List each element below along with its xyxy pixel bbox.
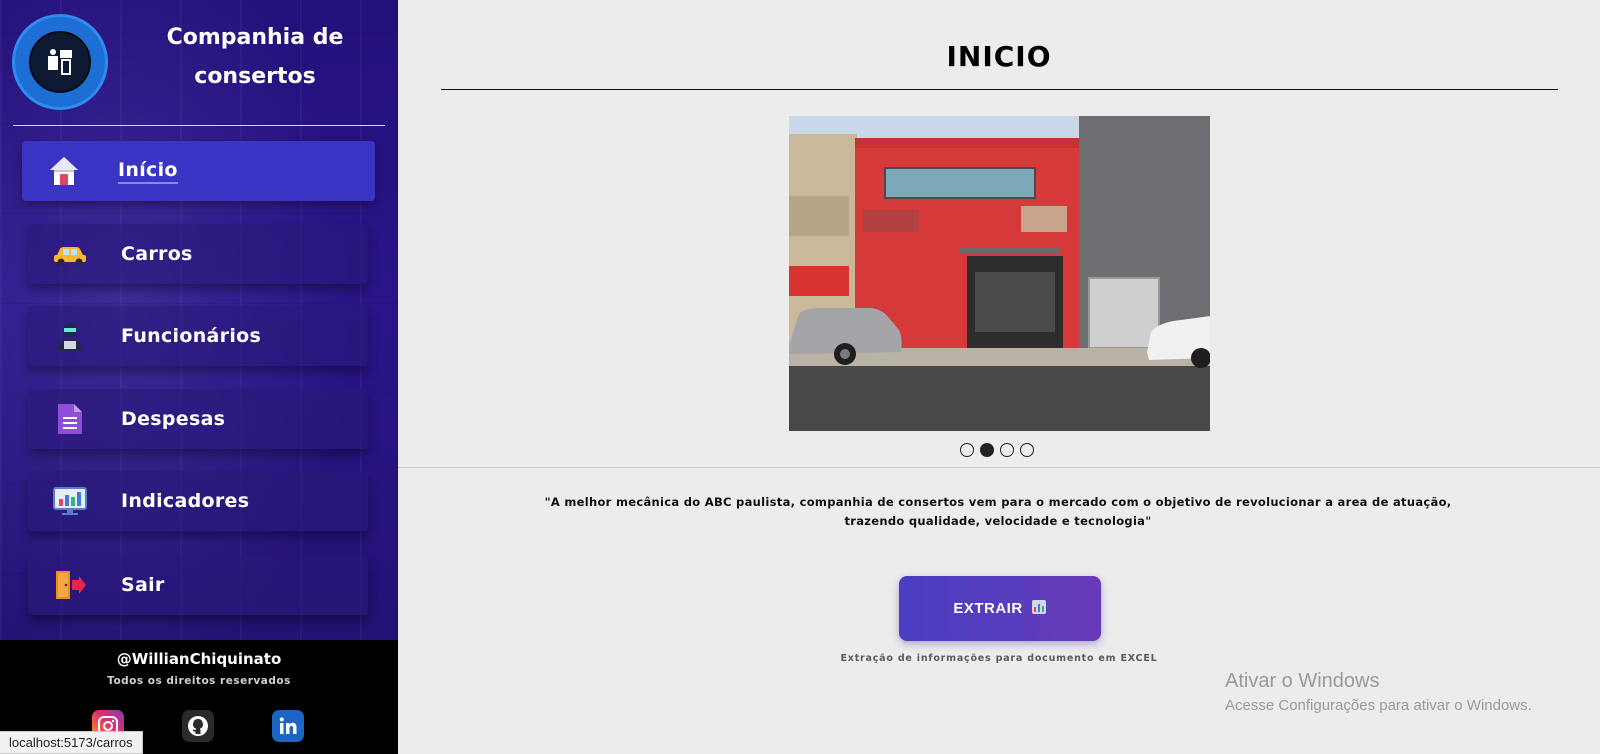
title-divider bbox=[441, 89, 1558, 90]
brand-divider bbox=[13, 125, 385, 126]
sidebar-item-despesas[interactable]: Despesas bbox=[28, 389, 368, 449]
car-icon bbox=[52, 236, 88, 272]
sidebar-item-indicadores[interactable]: Indicadores bbox=[28, 471, 368, 531]
sidebar-item-sair[interactable]: Sair bbox=[28, 555, 368, 615]
extract-button-label: EXTRAIR bbox=[953, 600, 1023, 617]
windows-activation-watermark: Ativar o Windows Acesse Configurações pa… bbox=[1225, 670, 1532, 714]
watermark-title: Ativar o Windows bbox=[1225, 670, 1380, 692]
sidebar-item-label: Sair bbox=[121, 574, 165, 596]
extract-button[interactable]: EXTRAIR bbox=[899, 576, 1101, 641]
home-icon bbox=[46, 153, 82, 189]
github-icon[interactable] bbox=[182, 710, 214, 742]
browser-status-url: localhost:5173/carros bbox=[0, 731, 143, 754]
image-carousel[interactable] bbox=[789, 116, 1210, 431]
garage-storefront-photo bbox=[789, 116, 1210, 431]
sidebar-item-label: Funcionários bbox=[121, 325, 262, 347]
sidebar-item-label: Início bbox=[118, 159, 178, 184]
sidebar-item-inicio[interactable]: Início bbox=[22, 141, 375, 201]
sidebar-item-label: Indicadores bbox=[121, 490, 250, 512]
extract-caption: Extração de informações para documento e… bbox=[840, 653, 1158, 664]
author-handle: @WillianChiquinato bbox=[116, 650, 282, 668]
exit-door-icon bbox=[52, 567, 88, 603]
document-icon bbox=[52, 401, 88, 437]
carousel-dot[interactable] bbox=[960, 443, 974, 457]
brand-header: Companhia de consertos bbox=[0, 0, 398, 124]
copyright-text: Todos os direitos reservados bbox=[107, 675, 291, 687]
mechanic-logo-icon bbox=[29, 31, 91, 93]
chart-monitor-icon bbox=[52, 483, 88, 519]
main-content: INICIO "A melhor mecânica do ABC paulist… bbox=[398, 0, 1600, 754]
carousel-dot[interactable] bbox=[1020, 443, 1034, 457]
brand-title: Companhia de consertos bbox=[166, 25, 344, 89]
spreadsheet-icon bbox=[1031, 599, 1047, 619]
carousel-indicators bbox=[960, 443, 1034, 457]
sidebar-item-label: Despesas bbox=[121, 408, 226, 430]
company-quote: "A melhor mecânica do ABC paulista, comp… bbox=[544, 495, 1452, 528]
carousel-dot[interactable] bbox=[1000, 443, 1014, 457]
company-logo[interactable] bbox=[12, 14, 108, 110]
page-title: INICIO bbox=[946, 40, 1052, 73]
sidebar-item-carros[interactable]: Carros bbox=[28, 224, 368, 284]
sidebar-item-label: Carros bbox=[121, 243, 193, 265]
worker-icon bbox=[52, 318, 88, 354]
carousel-dot-active[interactable] bbox=[980, 443, 994, 457]
linkedin-icon[interactable] bbox=[272, 710, 304, 742]
watermark-subtitle: Acesse Configurações para ativar o Windo… bbox=[1225, 697, 1532, 714]
section-divider bbox=[398, 467, 1600, 468]
sidebar: Companhia de consertos Início Carros Fun… bbox=[0, 0, 398, 754]
sidebar-item-funcionarios[interactable]: Funcionários bbox=[28, 306, 368, 366]
